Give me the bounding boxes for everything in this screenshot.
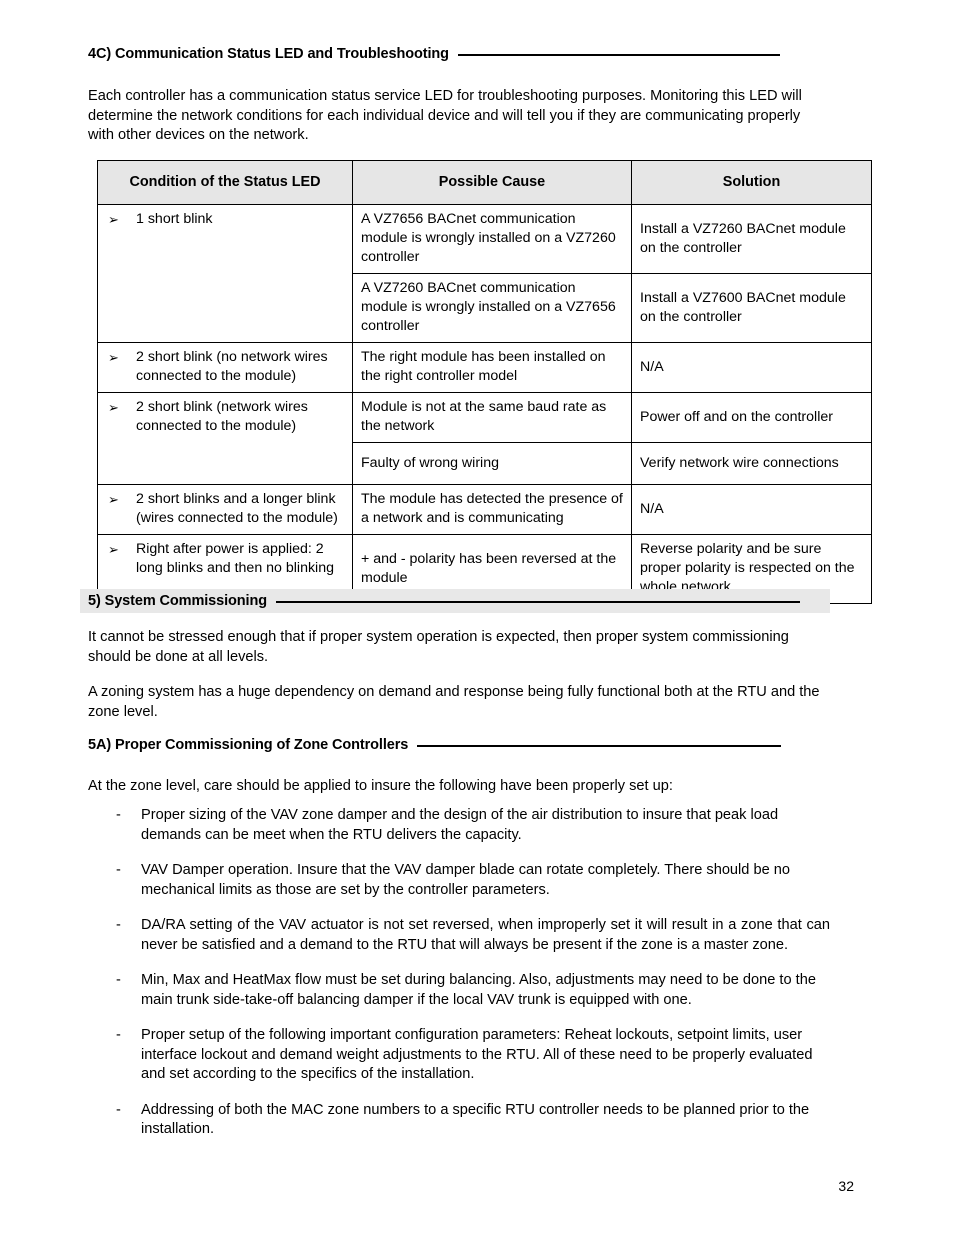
heading-5a-label: 5A) Proper Commissioning of Zone Control…: [88, 737, 409, 753]
table-row: ➢ 2 short blink (network wires connected…: [97, 392, 872, 485]
column-header-cause: Possible Cause: [352, 160, 632, 205]
condition-text: 2 short blinks and a longer blink (wires…: [136, 491, 338, 526]
list-item: - VAV Damper operation. Insure that the …: [88, 861, 830, 900]
heading-4c-rule: [457, 54, 780, 57]
heading-5a: 5A) Proper Commissioning of Zone Control…: [88, 737, 782, 753]
arrow-bullet-icon: ➢: [108, 492, 119, 507]
cell-solution: N/A: [631, 342, 872, 393]
column-header-condition: Condition of the Status LED: [97, 160, 353, 205]
cell-solution: N/A: [631, 484, 872, 535]
cell-condition: ➢ 1 short blink: [97, 204, 353, 343]
dash-bullet-icon: -: [116, 1027, 121, 1043]
list-item: - Addressing of both the MAC zone number…: [88, 1101, 830, 1140]
column-header-solution: Solution: [631, 160, 872, 205]
list-item: - Proper sizing of the VAV zone damper a…: [88, 806, 830, 845]
paragraph-5-1: It cannot be stressed enough that if pro…: [88, 629, 789, 665]
list-item-text: Proper sizing of the VAV zone damper and…: [141, 807, 779, 843]
cell-cause: The right module has been installed on t…: [352, 342, 632, 393]
heading-4c: 4C) Communication Status LED and Trouble…: [88, 47, 780, 62]
list-item-text: DA/RA setting of the VAV actuator is not…: [141, 917, 830, 953]
dash-bullet-icon: -: [116, 862, 121, 878]
condition-text: 2 short blink (network wires connected t…: [136, 399, 308, 434]
paragraph-4c: Each controller has a communication stat…: [88, 88, 802, 143]
cell-condition: ➢ 2 short blinks and a longer blink (wir…: [97, 484, 353, 535]
cell-condition: ➢ 2 short blink (network wires connected…: [97, 392, 353, 485]
arrow-bullet-icon: ➢: [108, 400, 119, 415]
list-item: - Proper setup of the following importan…: [88, 1026, 830, 1085]
paragraph-5-2: A zoning system has a huge dependency on…: [88, 684, 820, 720]
condition-entry: ➢ 1 short blink: [106, 210, 344, 229]
arrow-bullet-icon: ➢: [108, 212, 119, 227]
cell-solution: Install a VZ7260 BACnet module on the co…: [631, 204, 872, 274]
heading-5-label: 5) System Commissioning: [88, 593, 267, 609]
arrow-bullet-icon: ➢: [108, 350, 119, 365]
dash-bullet-icon: -: [116, 1101, 121, 1118]
cell-cause: Module is not at the same baud rate as t…: [352, 392, 632, 443]
document-page: 4C) Communication Status LED and Trouble…: [0, 0, 954, 1235]
heading-5a-rule: [417, 745, 782, 748]
list-item: - DA/RA setting of the VAV actuator is n…: [88, 916, 830, 955]
list-item-text: VAV Damper operation. Insure that the VA…: [141, 862, 790, 898]
cell-cause: The module has detected the presence of …: [352, 484, 632, 535]
cell-solution: Verify network wire connections: [631, 442, 872, 485]
commissioning-bullet-list: - Proper sizing of the VAV zone damper a…: [88, 806, 830, 1156]
list-item-text: Addressing of both the MAC zone numbers …: [141, 1101, 810, 1138]
cell-solution: Power off and on the controller: [631, 392, 872, 443]
cell-cause: A VZ7656 BACnet communication module is …: [352, 204, 632, 274]
list-item: - Min, Max and HeatMax flow must be set …: [88, 971, 830, 1010]
table-row: ➢ 2 short blink (no network wires connec…: [97, 342, 872, 393]
condition-text: Right after power is applied: 2 long bli…: [136, 541, 334, 576]
heading-5-rule: [276, 601, 800, 604]
dash-bullet-icon: -: [116, 972, 121, 988]
condition-text: 2 short blink (no network wires connecte…: [136, 349, 328, 384]
heading-4c-label: 4C) Communication Status LED and Trouble…: [88, 46, 449, 62]
table-header-row: Condition of the Status LED Possible Cau…: [97, 160, 872, 205]
dash-bullet-icon: -: [116, 807, 121, 823]
cell-cause: A VZ7260 BACnet communication module is …: [352, 273, 632, 343]
condition-entry: ➢ 2 short blink (network wires connected…: [106, 398, 344, 436]
status-led-table: Condition of the Status LED Possible Cau…: [97, 160, 872, 604]
condition-text: 1 short blink: [136, 211, 213, 227]
list-item-text: Min, Max and HeatMax flow must be set du…: [141, 972, 816, 1008]
paragraph-5a-intro: At the zone level, care should be applie…: [88, 778, 673, 794]
page-number: 32: [838, 1178, 854, 1194]
table-row: ➢ 2 short blinks and a longer blink (wir…: [97, 484, 872, 535]
cell-solution: Install a VZ7600 BACnet module on the co…: [631, 273, 872, 343]
arrow-bullet-icon: ➢: [108, 542, 119, 557]
heading-5: 5) System Commissioning: [88, 594, 800, 609]
condition-entry: ➢ 2 short blink (no network wires connec…: [106, 348, 344, 386]
table-row: ➢ 1 short blink A VZ7656 BACnet communic…: [97, 204, 872, 343]
list-item-text: Proper setup of the following important …: [141, 1027, 813, 1082]
dash-bullet-icon: -: [116, 917, 121, 933]
condition-entry: ➢ Right after power is applied: 2 long b…: [106, 540, 344, 578]
cell-condition: ➢ 2 short blink (no network wires connec…: [97, 342, 353, 393]
cell-cause: Faulty of wrong wiring: [352, 442, 632, 485]
condition-entry: ➢ 2 short blinks and a longer blink (wir…: [106, 490, 344, 528]
